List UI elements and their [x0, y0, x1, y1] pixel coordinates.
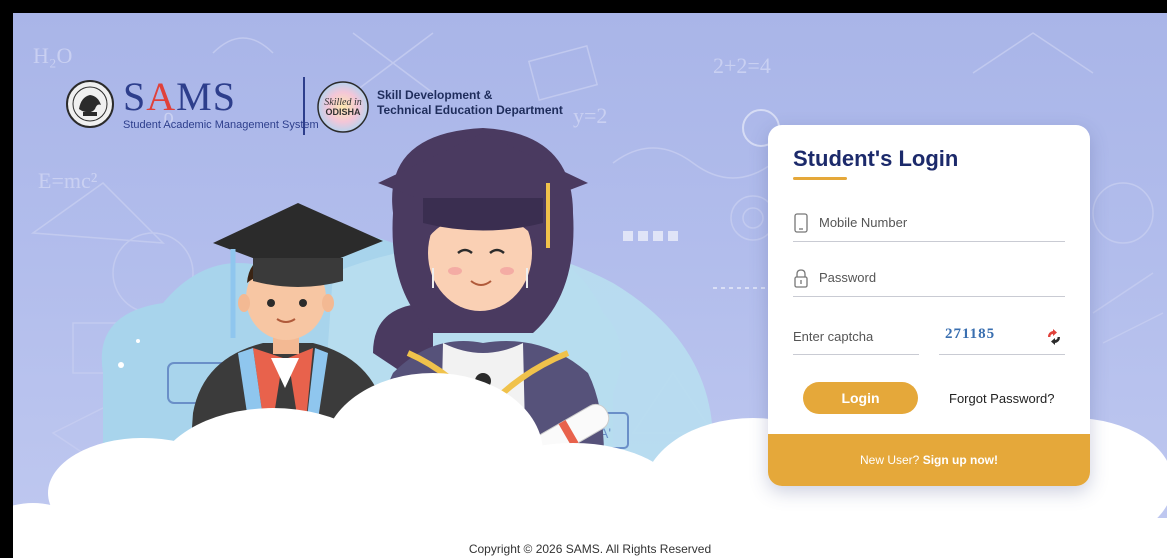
- captcha-input[interactable]: [793, 320, 913, 352]
- captcha-display: 271185: [939, 320, 1065, 355]
- refresh-icon[interactable]: [1045, 328, 1063, 346]
- forgot-password-link[interactable]: Forgot Password?: [949, 391, 1055, 406]
- password-input[interactable]: [819, 262, 1059, 292]
- mobile-number-field: [793, 207, 1065, 242]
- screen-frame: E=mc² y=2 2+2=4 X+Y H₂O ρ S SAMS Student: [0, 0, 1167, 558]
- captcha-field: [793, 320, 919, 355]
- login-button[interactable]: Login: [803, 382, 918, 414]
- title-underline: [793, 177, 847, 180]
- new-user-label: New User?: [859, 453, 920, 467]
- mobile-number-input[interactable]: [819, 207, 1059, 237]
- signup-link[interactable]: Sign up now!: [923, 453, 998, 467]
- login-title: Student's Login: [793, 146, 959, 171]
- password-field: [793, 262, 1065, 297]
- login-card: Student's Login 271185: [768, 125, 1090, 486]
- mobile-icon: [794, 213, 808, 233]
- copyright-text: Copyright © 2026 SAMS. All Rights Reserv…: [468, 542, 712, 556]
- captcha-code: 271185: [945, 326, 996, 342]
- signup-bar: New User? Sign up now!: [768, 434, 1090, 486]
- login-page: E=mc² y=2 2+2=4 X+Y H₂O ρ S SAMS Student: [13, 13, 1167, 558]
- lock-icon: [794, 269, 808, 288]
